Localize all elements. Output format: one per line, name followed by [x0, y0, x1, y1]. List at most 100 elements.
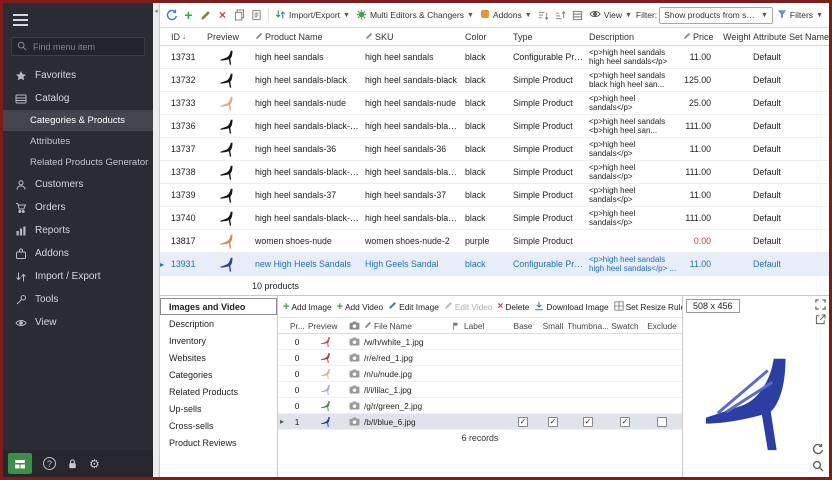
cell-priority[interactable]: 0	[288, 369, 306, 379]
cell-price[interactable]: 125.00	[680, 75, 720, 85]
table-row[interactable]: 13733high heel sandals-nudehigh heel san…	[160, 92, 829, 115]
tab-categories[interactable]: Categories	[160, 366, 277, 383]
base-checkbox[interactable]: ✓	[518, 417, 528, 427]
cell-color[interactable]: black	[462, 52, 510, 62]
cell-product-name[interactable]: high heel sandals-black-37	[252, 167, 362, 177]
cell-sku[interactable]: high heel sandals-nude	[362, 98, 462, 108]
cell-description[interactable]: <p>high heel sandals <b>high heel san...	[586, 117, 680, 135]
sort-descending-icon[interactable]	[553, 7, 568, 24]
cell-attribute-set[interactable]: Default	[750, 236, 829, 246]
sidebar-item-attributes[interactable]: Attributes	[3, 131, 153, 152]
cell-price[interactable]: 11.00	[680, 144, 720, 154]
cell-description[interactable]: <p>high heel sandals</p>	[586, 163, 680, 181]
cell-type[interactable]: Simple Product	[510, 236, 586, 246]
edit-product-button[interactable]	[198, 7, 213, 24]
image-row[interactable]: 0/n/u/nude.jpg	[278, 366, 682, 382]
image-row[interactable]: 0/r/e/red_1.jpg	[278, 350, 682, 366]
sidebar-item-favorites[interactable]: Favorites	[3, 64, 153, 87]
column-header-type[interactable]: Type	[510, 32, 586, 42]
product-thumbnail[interactable]	[204, 209, 252, 227]
filters-menu[interactable]: Filters▼	[775, 7, 825, 23]
zoom-icon[interactable]	[812, 460, 824, 472]
cell-product-name[interactable]: high heel sandals-black	[252, 75, 362, 85]
cell-type[interactable]: Simple Product	[510, 213, 586, 223]
column-header-priority[interactable]: Pr...	[288, 321, 306, 331]
cell-sku[interactable]: high heel sandals-36	[362, 144, 462, 154]
column-header-base[interactable]: Base	[508, 321, 538, 331]
help-icon[interactable]: ?	[43, 457, 56, 470]
group-rows-icon[interactable]	[570, 7, 585, 24]
product-thumbnail[interactable]	[204, 255, 252, 273]
cell-color[interactable]: black	[462, 121, 510, 131]
cell-small[interactable]: ✓	[538, 417, 568, 427]
set-resize-rule-button[interactable]: Set Resize Rule	[614, 301, 682, 313]
cell-type[interactable]: Simple Product	[510, 98, 586, 108]
edit-video-button[interactable]: Edit Video	[444, 301, 493, 312]
product-thumbnail[interactable]	[204, 163, 252, 181]
refresh-preview-icon[interactable]	[812, 443, 824, 455]
cell-attribute-set[interactable]: Default	[750, 52, 829, 62]
fullscreen-icon[interactable]	[815, 299, 826, 310]
cell-price[interactable]: 0.00	[680, 236, 720, 246]
cell-product-name[interactable]: high heel sandals-36	[252, 144, 362, 154]
tab-up-sells[interactable]: Up-sells	[160, 400, 277, 417]
image-thumbnail[interactable]	[306, 399, 346, 412]
cell-description[interactable]: <p>high heel sandals</p>	[586, 209, 680, 227]
table-row[interactable]: 13740high heel sandals-black-38high heel…	[160, 207, 829, 230]
column-header-preview[interactable]: Preview	[204, 32, 252, 42]
cell-description[interactable]: <p>high heel sandals</p>	[586, 140, 680, 158]
sidebar-item-view[interactable]: View	[3, 311, 153, 334]
cell-id[interactable]: 13739	[168, 190, 204, 200]
cell-type[interactable]: Simple Product	[510, 144, 586, 154]
cell-sku[interactable]: high heel sandals	[362, 52, 462, 62]
cell-thumbnail[interactable]: ✓	[568, 417, 608, 427]
image-thumbnail[interactable]	[306, 383, 346, 396]
cell-sku[interactable]: high heel sandals-black	[362, 75, 462, 85]
search-input[interactable]	[31, 41, 139, 53]
column-header-weight[interactable]: Weight	[720, 32, 750, 42]
product-thumbnail[interactable]	[204, 140, 252, 158]
tab-inventory[interactable]: Inventory	[160, 332, 277, 349]
column-header-swatch[interactable]: Swatch	[608, 321, 642, 331]
cell-color[interactable]: black	[462, 213, 510, 223]
cell-id[interactable]: 13817	[168, 236, 204, 246]
cell-sku[interactable]: high heel sandals-black-36	[362, 121, 462, 131]
import-export-menu[interactable]: Import/Export▼	[273, 7, 352, 24]
image-row[interactable]: 0/l/i/lilac_1.jpg	[278, 382, 682, 398]
cell-price[interactable]: 25.00	[680, 98, 720, 108]
addons-menu[interactable]: Addons▼	[478, 7, 534, 23]
cell-sku[interactable]: women shoes-nude-2	[362, 236, 462, 246]
image-thumbnail[interactable]	[306, 415, 346, 428]
view-menu[interactable]: View▼	[587, 6, 634, 24]
cell-attribute-set[interactable]: Default	[750, 190, 829, 200]
column-header-id[interactable]: ID↓	[168, 32, 204, 42]
product-thumbnail[interactable]	[204, 94, 252, 112]
store-manager-icon[interactable]	[8, 453, 32, 474]
table-row[interactable]: 13739high heel sandals-37high heel sanda…	[160, 184, 829, 207]
sidebar-item-customers[interactable]: Customers	[3, 173, 153, 196]
delete-image-button[interactable]: ×Delete	[498, 301, 530, 312]
cell-description[interactable]: <p>high heel sandals</p>	[586, 94, 680, 112]
column-header-description[interactable]: Description	[586, 32, 680, 42]
column-header-file-name[interactable]: File Name	[362, 321, 450, 331]
cell-type[interactable]: Simple Product	[510, 167, 586, 177]
column-header-product-name[interactable]: Product Name	[252, 32, 362, 42]
cell-color[interactable]: purple	[462, 236, 510, 246]
cell-id[interactable]: 13931	[168, 259, 204, 269]
paste-button[interactable]	[249, 7, 264, 24]
cell-product-name[interactable]: women shoes-nude	[252, 236, 362, 246]
cell-id[interactable]: 13738	[168, 167, 204, 177]
column-header-sku[interactable]: SKU	[362, 32, 462, 42]
column-header-price[interactable]: Price	[680, 32, 720, 42]
edit-image-button[interactable]: Edit Image	[388, 301, 439, 312]
image-thumbnail[interactable]	[306, 351, 346, 364]
cell-id[interactable]: 13732	[168, 75, 204, 85]
table-row[interactable]: 13737high heel sandals-36high heel sanda…	[160, 138, 829, 161]
thumbnail-checkbox[interactable]: ✓	[583, 417, 593, 427]
cell-description[interactable]: <p>high heel sandals high heel sandals</…	[586, 255, 680, 273]
refresh-button[interactable]	[164, 7, 179, 24]
cell-color[interactable]: black	[462, 167, 510, 177]
cell-id[interactable]: 13736	[168, 121, 204, 131]
cell-price[interactable]: 11.00	[680, 52, 720, 62]
image-row[interactable]: 0/g/r/green_2.jpg	[278, 398, 682, 414]
